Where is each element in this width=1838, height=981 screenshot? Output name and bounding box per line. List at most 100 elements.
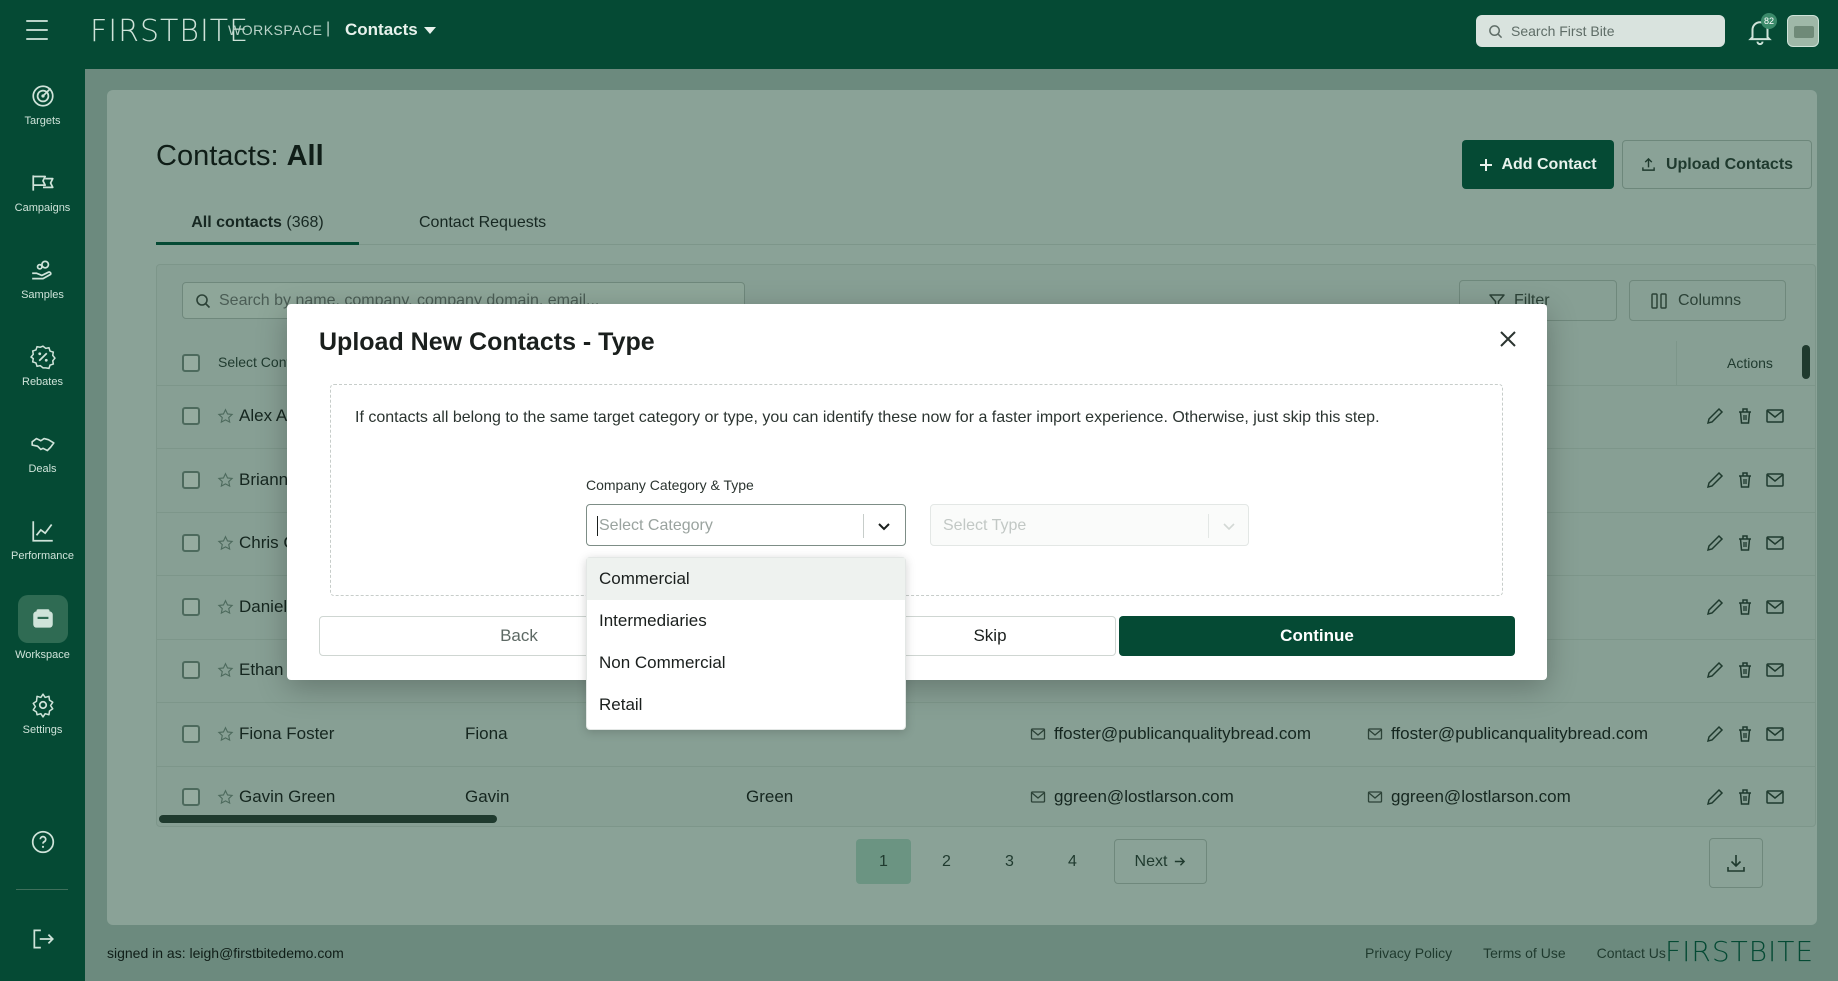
contact-name[interactable]: Gavin Green [239, 787, 335, 807]
send-mail-icon[interactable] [1765, 406, 1785, 426]
edit-pencil-icon[interactable] [1705, 660, 1725, 680]
page-1-button[interactable]: 1 [856, 839, 911, 884]
star-icon[interactable] [217, 408, 234, 425]
edit-pencil-icon[interactable] [1705, 470, 1725, 490]
logout-button[interactable] [0, 916, 85, 960]
row-checkbox[interactable] [182, 788, 200, 806]
email-cell: ggreen@lostlarson.com [1030, 787, 1234, 807]
user-avatar[interactable] [1787, 15, 1819, 47]
send-mail-icon[interactable] [1765, 787, 1785, 807]
edit-pencil-icon[interactable] [1705, 533, 1725, 553]
send-mail-icon[interactable] [1765, 470, 1785, 490]
sidebar-item-performance[interactable]: Performance [0, 508, 85, 588]
row-checkbox[interactable] [182, 470, 200, 489]
row-checkbox[interactable] [182, 597, 200, 616]
page-2-button[interactable]: 2 [919, 839, 974, 884]
sidebar-item-settings[interactable]: Settings [0, 682, 85, 762]
row-actions [1705, 597, 1785, 617]
breadcrumb-separator: | [326, 20, 331, 37]
continue-button[interactable]: Continue [1119, 616, 1515, 656]
page-4-button[interactable]: 4 [1045, 839, 1100, 884]
sidebar-item-campaigns[interactable]: Campaigns [0, 160, 85, 240]
footer-links: Privacy Policy Terms of Use Contact Us [1365, 945, 1666, 961]
trash-icon[interactable] [1735, 533, 1755, 553]
option-intermediaries[interactable]: Intermediaries [587, 600, 905, 642]
horizontal-scrollbar[interactable] [159, 815, 497, 823]
first-name: Fiona [465, 723, 508, 743]
trash-icon[interactable] [1735, 470, 1755, 490]
row-actions [1705, 660, 1785, 680]
edit-pencil-icon[interactable] [1705, 597, 1725, 617]
star-icon[interactable] [217, 535, 234, 552]
tab-all-contacts[interactable]: All contacts (368) [156, 198, 359, 245]
sidebar-item-samples[interactable]: Samples [0, 247, 85, 327]
page-3-button[interactable]: 3 [982, 839, 1037, 884]
hamburger-menu-icon[interactable] [26, 20, 48, 40]
modal-description: If contacts all belong to the same targe… [355, 409, 1380, 426]
trash-icon[interactable] [1735, 660, 1755, 680]
star-icon[interactable] [217, 789, 234, 806]
row-checkbox[interactable] [182, 407, 200, 425]
columns-button[interactable]: Columns [1629, 280, 1786, 321]
row-checkbox[interactable] [182, 534, 200, 552]
add-contact-label: Add Contact [1501, 155, 1597, 173]
gear-icon [31, 693, 54, 718]
star-icon[interactable] [217, 471, 234, 489]
handshake-icon [30, 437, 55, 452]
megaphone-icon [31, 175, 54, 191]
sidebar-item-workspace[interactable]: Workspace [0, 595, 85, 675]
option-retail[interactable]: Retail [587, 684, 905, 726]
next-page-button[interactable]: Next [1114, 839, 1207, 884]
help-button[interactable] [0, 819, 85, 863]
send-mail-icon[interactable] [1765, 597, 1785, 617]
sidebar-item-rebates[interactable]: Rebates [0, 334, 85, 414]
vertical-scrollbar[interactable] [1802, 345, 1810, 379]
columns-label: Columns [1678, 291, 1742, 309]
add-contact-button[interactable]: Add Contact [1462, 140, 1614, 189]
select-all-checkbox[interactable] [182, 354, 200, 372]
chevron-down-icon [1223, 523, 1235, 531]
star-icon[interactable] [217, 662, 234, 679]
contact-name[interactable]: Fiona Foster [239, 724, 334, 744]
edit-pencil-icon[interactable] [1705, 787, 1725, 807]
star-icon[interactable] [217, 725, 234, 743]
trash-icon[interactable] [1735, 787, 1755, 807]
top-bar: FIRSTBITE WORKSPACE | Contacts Search Fi… [0, 0, 1838, 69]
sidebar-item-deals[interactable]: Deals [0, 421, 85, 501]
table-row[interactable]: Fiona Foster Fiona ffoster@publicanquality… [157, 704, 1815, 767]
edit-pencil-icon[interactable] [1705, 724, 1725, 744]
trash-icon[interactable] [1735, 597, 1755, 617]
row-actions [1705, 724, 1785, 744]
category-select[interactable]: Select Category [586, 504, 906, 546]
email-value: ffoster@publicanqualitybread.com [1054, 723, 1311, 743]
row-checkbox[interactable] [182, 661, 200, 679]
firstbite-logo[interactable]: FIRSTBITE [90, 14, 249, 49]
section-switcher[interactable]: Contacts [345, 20, 436, 40]
contact-us-link[interactable]: Contact Us [1597, 945, 1666, 961]
terms-of-use-link[interactable]: Terms of Use [1483, 945, 1565, 961]
row-checkbox[interactable] [182, 724, 200, 743]
tab-contact-requests[interactable]: Contact Requests [419, 198, 546, 245]
signed-in-text: signed in as: leigh@firstbitedemo.com [107, 945, 344, 961]
category-dropdown-menu: Commercial Intermediaries Non Commercial… [586, 557, 906, 730]
type-select[interactable]: Select Type [930, 504, 1249, 546]
trash-icon[interactable] [1735, 724, 1755, 744]
sidebar-item-targets[interactable]: Targets [0, 73, 85, 153]
sidebar-label: Workspace [15, 649, 70, 661]
global-search-input[interactable]: Search First Bite [1476, 15, 1725, 47]
privacy-policy-link[interactable]: Privacy Policy [1365, 945, 1452, 961]
option-non-commercial[interactable]: Non Commercial [587, 642, 905, 684]
sidebar-label: Performance [11, 550, 74, 562]
download-button[interactable] [1709, 838, 1763, 888]
close-icon[interactable] [1497, 328, 1519, 350]
trash-icon[interactable] [1735, 406, 1755, 426]
send-mail-icon[interactable] [1765, 533, 1785, 553]
edit-pencil-icon[interactable] [1705, 406, 1725, 426]
star-icon[interactable] [217, 598, 234, 616]
send-mail-icon[interactable] [1765, 660, 1785, 680]
send-mail-icon[interactable] [1765, 724, 1785, 744]
upload-contacts-button[interactable]: Upload Contacts [1622, 140, 1812, 189]
category-type-label: Company Category & Type [586, 477, 754, 493]
option-commercial[interactable]: Commercial [587, 558, 905, 600]
chevron-down-icon[interactable] [876, 518, 892, 534]
